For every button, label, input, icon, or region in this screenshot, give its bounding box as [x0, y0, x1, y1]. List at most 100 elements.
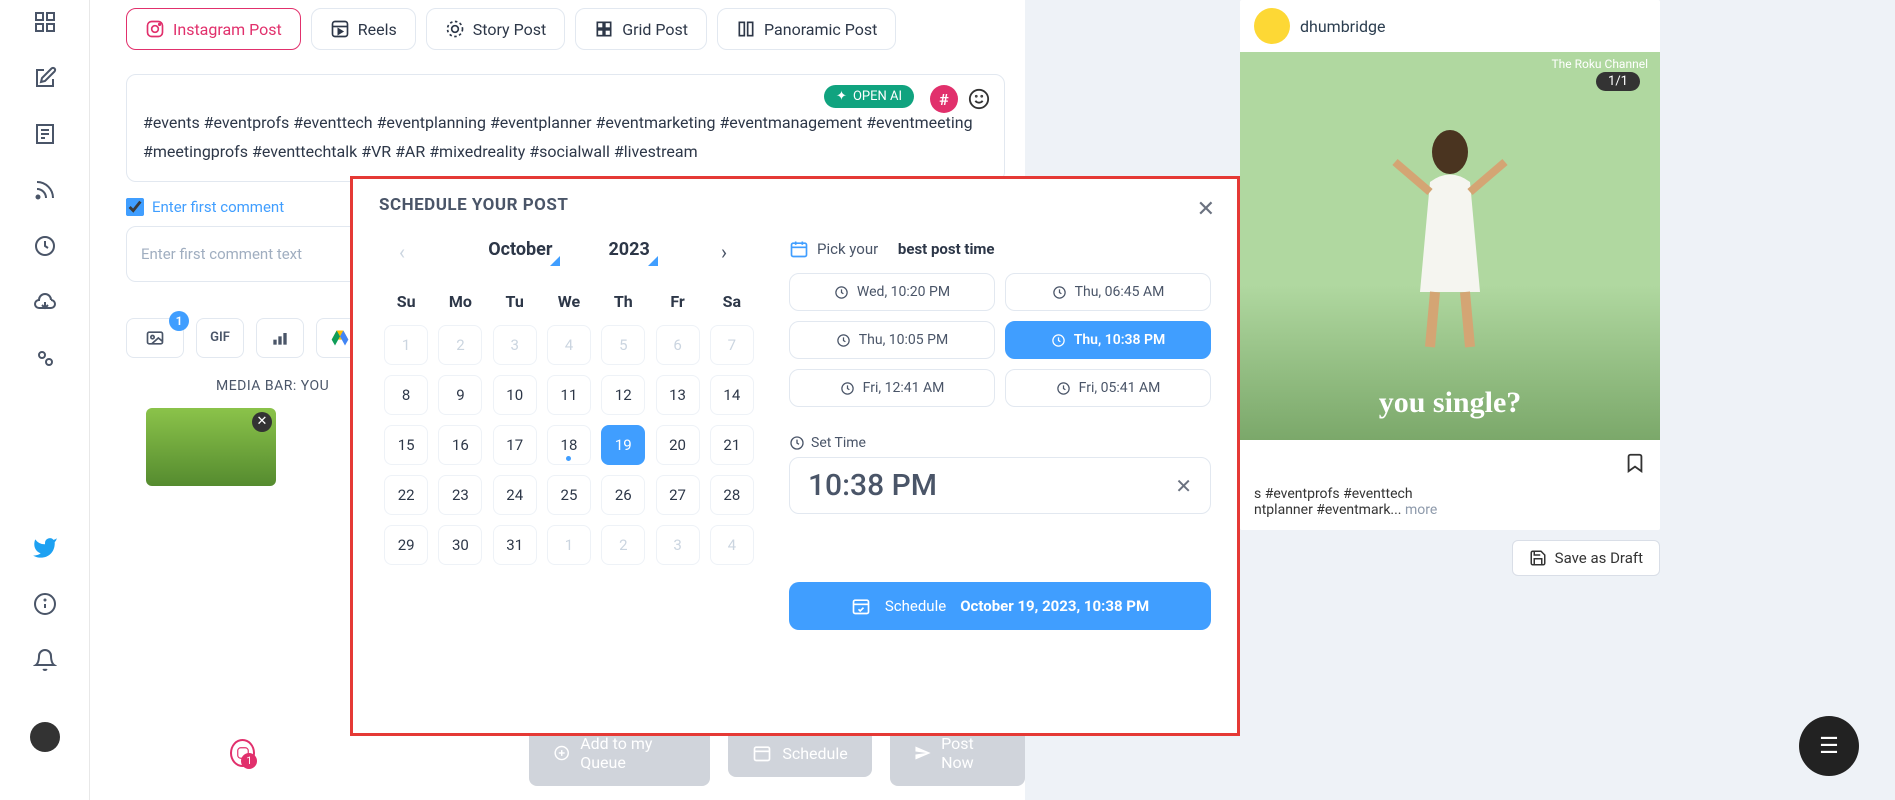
media-thumb[interactable]: ✕	[146, 408, 276, 486]
day-cell[interactable]: 2	[438, 325, 482, 365]
gif-button[interactable]: GIF	[196, 318, 244, 358]
clear-time-icon[interactable]: ✕	[1175, 474, 1192, 498]
day-cell[interactable]: 4	[710, 525, 754, 565]
day-cell[interactable]: 4	[547, 325, 591, 365]
time-option[interactable]: Wed, 10:20 PM	[789, 273, 995, 311]
time-option[interactable]: Fri, 05:41 AM	[1005, 369, 1211, 407]
image-count: 1	[169, 311, 189, 331]
year-select[interactable]: 2023	[602, 239, 655, 264]
tab-story[interactable]: Story Post	[426, 8, 565, 50]
time-option[interactable]: Fri, 12:41 AM	[789, 369, 995, 407]
bookmark-icon[interactable]	[1624, 452, 1646, 474]
days-grid: 1234567891011121314151617181920212223242…	[379, 325, 759, 565]
day-cell[interactable]: 27	[656, 475, 700, 515]
day-cell[interactable]: 15	[384, 425, 428, 465]
post-text-area[interactable]: ✦OPEN AI # #events #eventprofs #eventtec…	[126, 74, 1005, 182]
day-cell[interactable]: 17	[493, 425, 537, 465]
history-icon[interactable]	[31, 232, 59, 260]
confirm-schedule-button[interactable]: Schedule October 19, 2023, 10:38 PM	[789, 582, 1211, 630]
day-cell[interactable]: 30	[438, 525, 482, 565]
article-icon[interactable]	[31, 120, 59, 148]
day-cell[interactable]: 16	[438, 425, 482, 465]
day-cell[interactable]: 28	[710, 475, 754, 515]
image-button[interactable]: 1	[126, 318, 184, 358]
day-cell[interactable]: 31	[493, 525, 537, 565]
dow-cell: Su	[379, 292, 433, 311]
tab-reels[interactable]: Reels	[311, 8, 416, 50]
day-cell[interactable]: 13	[656, 375, 700, 415]
day-cell[interactable]: 3	[656, 525, 700, 565]
time-option[interactable]: Thu, 10:38 PM	[1005, 321, 1211, 359]
textarea-tools: #	[930, 85, 990, 113]
preview-image: The Roku Channel 1/1 you single?	[1240, 52, 1660, 440]
settings-icon[interactable]	[31, 344, 59, 372]
emoji-icon[interactable]	[968, 88, 990, 110]
time-options: Wed, 10:20 PM Thu, 06:45 AM Thu, 10:05 PM T…	[789, 273, 1211, 407]
day-cell[interactable]: 1	[384, 325, 428, 365]
month-select[interactable]: October	[482, 239, 558, 264]
day-cell[interactable]: 7	[710, 325, 754, 365]
download-icon[interactable]	[31, 288, 59, 316]
time-option[interactable]: Thu, 06:45 AM	[1005, 273, 1211, 311]
time-option[interactable]: Thu, 10:05 PM	[789, 321, 995, 359]
compose-icon[interactable]	[31, 64, 59, 92]
chart-button[interactable]	[256, 318, 304, 358]
tab-grid[interactable]: Grid Post	[575, 8, 707, 50]
remove-thumb-icon[interactable]: ✕	[252, 412, 272, 432]
first-comment-checkbox[interactable]	[126, 198, 144, 216]
dow-cell: We	[542, 292, 596, 311]
time-value: 10:38 PM	[808, 468, 1175, 503]
close-icon[interactable]: ✕	[1197, 197, 1215, 222]
day-cell[interactable]: 6	[656, 325, 700, 365]
user-avatar[interactable]	[30, 722, 60, 752]
preview-avatar	[1254, 8, 1290, 44]
day-cell[interactable]: 25	[547, 475, 591, 515]
day-cell[interactable]: 18	[547, 425, 591, 465]
schedule-button[interactable]: Schedule	[728, 729, 871, 777]
day-cell[interactable]: 23	[438, 475, 482, 515]
day-cell[interactable]: 3	[493, 325, 537, 365]
day-cell[interactable]: 14	[710, 375, 754, 415]
tab-label: Grid Post	[622, 20, 688, 39]
day-cell[interactable]: 29	[384, 525, 428, 565]
openai-badge[interactable]: ✦OPEN AI	[824, 85, 914, 108]
day-cell[interactable]: 11	[547, 375, 591, 415]
day-cell[interactable]: 5	[601, 325, 645, 365]
preview-counter: 1/1	[1596, 72, 1640, 91]
day-cell[interactable]: 19	[601, 425, 645, 465]
left-sidebar	[0, 0, 90, 800]
post-text: #events #eventprofs #eventtech #eventpla…	[143, 109, 988, 167]
preview-username: dhumbridge	[1300, 17, 1385, 36]
dashboard-icon[interactable]	[31, 8, 59, 36]
day-cell[interactable]: 22	[384, 475, 428, 515]
hashtag-button[interactable]: #	[930, 85, 958, 113]
day-cell[interactable]: 9	[438, 375, 482, 415]
bell-icon[interactable]	[31, 646, 59, 674]
preview-overlay-text: you single?	[1379, 386, 1522, 420]
more-link[interactable]: more	[1405, 502, 1437, 518]
tab-label: Story Post	[473, 20, 546, 39]
dow-cell: Fr	[650, 292, 704, 311]
day-cell[interactable]: 2	[601, 525, 645, 565]
day-cell[interactable]: 1	[547, 525, 591, 565]
rss-icon[interactable]	[31, 176, 59, 204]
day-cell[interactable]: 10	[493, 375, 537, 415]
day-cell[interactable]: 21	[710, 425, 754, 465]
twitter-icon[interactable]	[31, 534, 59, 562]
day-cell[interactable]: 24	[493, 475, 537, 515]
time-input[interactable]: 10:38 PM ✕	[789, 457, 1211, 514]
fab-menu[interactable]: ☰	[1799, 716, 1859, 776]
dow-cell: Sa	[705, 292, 759, 311]
day-cell[interactable]: 8	[384, 375, 428, 415]
info-icon[interactable]	[31, 590, 59, 618]
account-badge[interactable]: 1	[230, 739, 255, 767]
tab-panoramic[interactable]: Panoramic Post	[717, 8, 896, 50]
tab-instagram-post[interactable]: Instagram Post	[126, 8, 301, 50]
day-cell[interactable]: 26	[601, 475, 645, 515]
day-cell[interactable]: 12	[601, 375, 645, 415]
schedule-modal: SCHEDULE YOUR POST ✕ ‹ October 2023 › Su…	[350, 176, 1240, 736]
day-cell[interactable]: 20	[656, 425, 700, 465]
prev-month-icon[interactable]: ‹	[395, 236, 409, 268]
save-draft-button[interactable]: Save as Draft	[1512, 540, 1660, 576]
next-month-icon[interactable]: ›	[717, 236, 731, 268]
